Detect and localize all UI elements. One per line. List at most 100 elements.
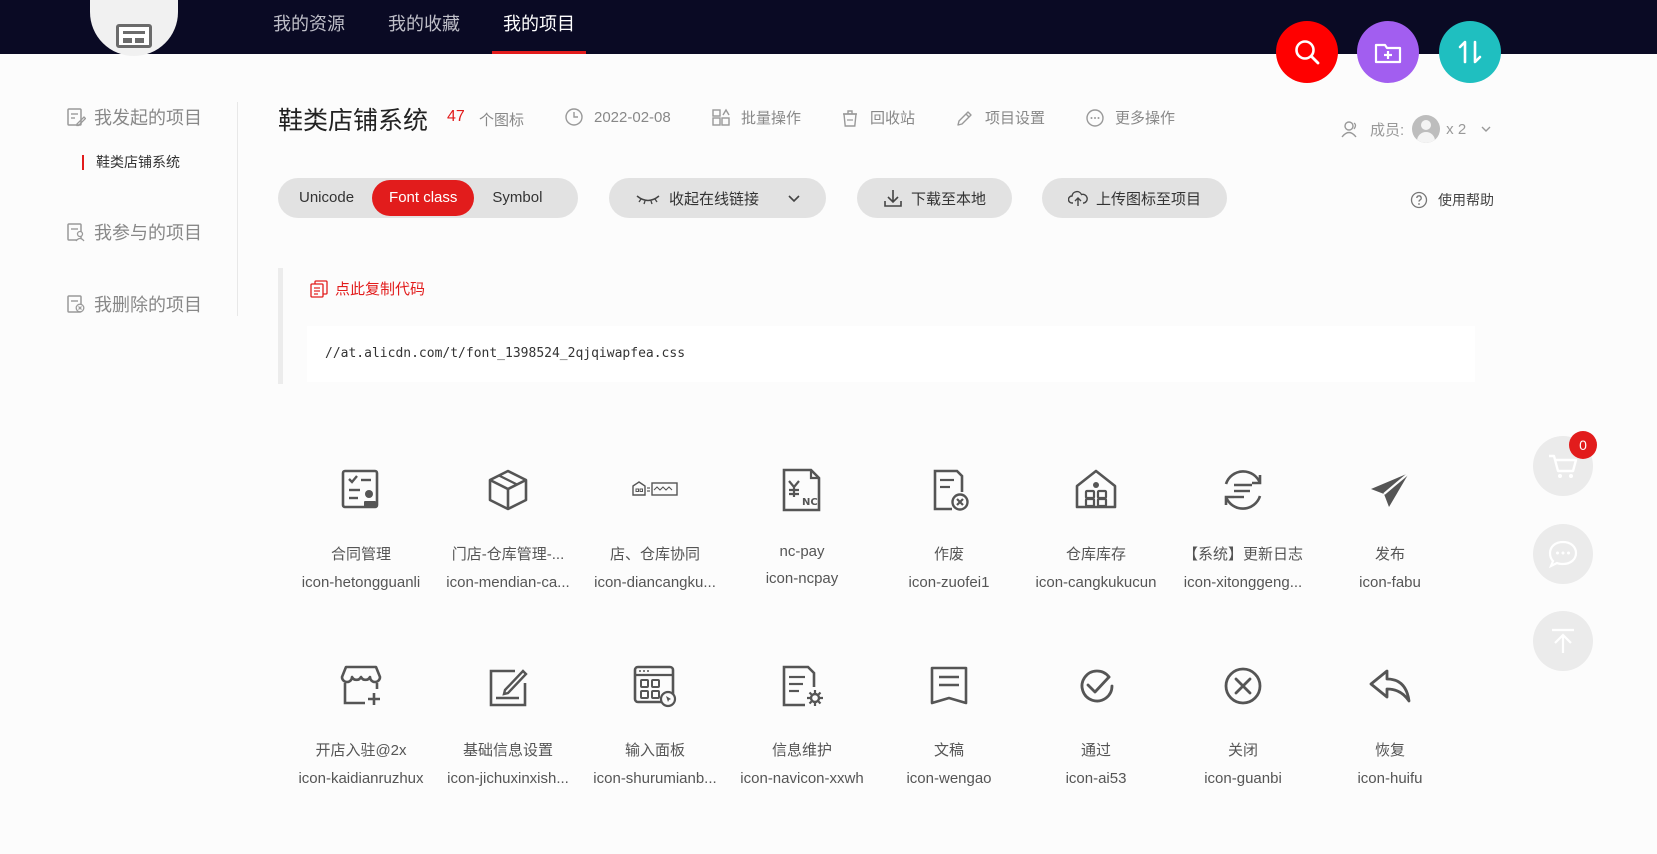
settings-label: 项目设置: [985, 110, 1046, 127]
icon-name: 恢复: [1374, 742, 1405, 759]
add-folder-button[interactable]: [1357, 21, 1419, 83]
download-icon: [884, 190, 902, 207]
format-symbol[interactable]: Symbol: [474, 180, 560, 216]
sidebar-item-current-project[interactable]: 鞋类店铺系统: [82, 155, 180, 170]
store-warehouse-icon: [632, 467, 678, 513]
icon-code: icon-wengao: [906, 770, 992, 787]
upload-label: 上传图标至项目: [1096, 190, 1202, 208]
icon-code: icon-ai53: [1065, 770, 1127, 787]
icon-card[interactable]: 仓库库存 icon-cangkukucun: [1026, 467, 1166, 591]
help-label: 使用帮助: [1438, 192, 1494, 208]
icon-code: icon-diancangku...: [594, 574, 716, 591]
code-block: 点此复制代码 //at.alicdn.com/t/font_1398524_2q…: [278, 268, 1476, 384]
icon-card[interactable]: 门店-仓库管理-... icon-mendian-ca...: [438, 467, 578, 591]
project-edit-icon: [67, 108, 86, 127]
search-icon: [1295, 40, 1320, 65]
icon-card[interactable]: 作废 icon-zuofei1: [879, 467, 1019, 591]
icon-card[interactable]: 通过 icon-ai53: [1026, 663, 1166, 787]
tab-my-projects[interactable]: 我的项目: [492, 12, 586, 54]
tab-my-resources[interactable]: 我的资源: [273, 12, 345, 54]
sidebar-item-label: 我参与的项目: [94, 223, 202, 243]
format-switcher: Unicode Font class Symbol: [278, 178, 578, 218]
box-icon: [485, 467, 531, 513]
project-title: 鞋类店铺系统: [278, 107, 429, 135]
code-url[interactable]: //at.alicdn.com/t/font_1398524_2qjqiwapf…: [307, 326, 1475, 382]
trash-button[interactable]: 回收站: [840, 107, 915, 128]
trash-label: 回收站: [870, 110, 916, 127]
upload-icon-button[interactable]: 上传图标至项目: [1042, 178, 1228, 218]
check-circle-icon: [1073, 663, 1119, 709]
more-label: 更多操作: [1115, 110, 1176, 127]
sidebar-item-participated[interactable]: 我参与的项目: [66, 219, 202, 245]
icon-card[interactable]: 开店入驻@2x icon-kaidianruzhux: [291, 663, 431, 787]
icon-name: 输入面板: [624, 742, 685, 759]
icon-card[interactable]: 合同管理 icon-hetongguanli: [291, 467, 431, 591]
icon-name: 发布: [1374, 546, 1405, 563]
collapse-link-label: 收起在线链接: [669, 190, 760, 208]
members-label: 成员:: [1370, 121, 1405, 139]
reply-arrow-icon: [1367, 663, 1413, 709]
paper-plane-icon: [1367, 467, 1413, 513]
icon-code: icon-ncpay: [765, 570, 839, 587]
help-link[interactable]: 使用帮助: [1410, 190, 1494, 210]
copy-code-label: 点此复制代码: [335, 281, 426, 298]
void-document-icon: [926, 467, 972, 513]
icon-code: icon-hetongguanli: [301, 574, 421, 591]
project-settings-button[interactable]: 项目设置: [955, 107, 1045, 128]
icon-name: 店、仓库协同: [609, 546, 700, 563]
back-to-top-button[interactable]: [1533, 611, 1593, 671]
sort-button[interactable]: [1439, 21, 1501, 83]
batch-operation-button[interactable]: 批量操作: [711, 107, 801, 128]
copy-code-button[interactable]: 点此复制代码: [309, 278, 425, 299]
icon-card[interactable]: 恢复 icon-huifu: [1320, 663, 1460, 787]
icon-card[interactable]: 发布 icon-fabu: [1320, 467, 1460, 591]
icon-card[interactable]: 输入面板 icon-shurumianb...: [585, 663, 725, 787]
icon-code: icon-zuofei1: [908, 574, 990, 591]
more-icon: [1086, 108, 1104, 127]
doc-settings-icon: [779, 663, 825, 709]
icon-card[interactable]: 【系统】更新日志 icon-xitonggeng...: [1173, 467, 1313, 591]
chat-button[interactable]: [1533, 524, 1593, 584]
project-delete-icon: [67, 295, 85, 313]
sidebar-item-label: 我删除的项目: [94, 295, 202, 315]
icon-card[interactable]: 文稿 icon-wengao: [879, 663, 1019, 787]
collapse-online-link-button[interactable]: 收起在线链接: [609, 178, 826, 218]
eye-closed-icon: [636, 195, 660, 205]
icon-name: 合同管理: [330, 546, 391, 563]
sidebar-item-initiated[interactable]: 我发起的项目: [66, 104, 202, 130]
project-date: 2022-02-08: [564, 107, 671, 127]
icon-card[interactable]: NC nc-pay icon-ncpay: [732, 467, 872, 587]
tab-my-favorites[interactable]: 我的收藏: [388, 12, 460, 54]
format-unicode[interactable]: Unicode: [281, 180, 372, 216]
download-button[interactable]: 下载至本地: [857, 178, 1013, 218]
icon-name: 通过: [1080, 742, 1111, 759]
icon-card[interactable]: 店、仓库协同 icon-diancangku...: [585, 467, 725, 591]
members-dropdown[interactable]: 成员: x 2: [1340, 115, 1492, 143]
format-font-class[interactable]: Font class: [372, 180, 475, 216]
icon-card[interactable]: 关闭 icon-guanbi: [1173, 663, 1313, 787]
sidebar-divider: [237, 102, 238, 316]
folder-add-icon: [1374, 43, 1402, 64]
icon-name: 仓库库存: [1065, 546, 1126, 563]
chevron-down-icon: [788, 195, 800, 203]
icon-code: icon-fabu: [1359, 574, 1421, 591]
update-log-icon: [1220, 467, 1266, 513]
copy-icon: [310, 279, 328, 298]
search-button[interactable]: [1276, 21, 1338, 83]
icon-card[interactable]: 信息维护 icon-navicon-xxwh: [732, 663, 872, 787]
sidebar-item-deleted[interactable]: 我删除的项目: [66, 291, 202, 317]
avatar: [1412, 115, 1441, 143]
more-operations-button[interactable]: 更多操作: [1085, 107, 1175, 128]
icon-name: 门店-仓库管理-...: [451, 546, 565, 563]
contract-icon: [338, 467, 384, 513]
icon-code: icon-huifu: [1357, 770, 1423, 787]
pencil-icon: [957, 110, 972, 126]
download-label: 下载至本地: [911, 190, 987, 208]
warehouse-icon: [1073, 467, 1119, 513]
open-store-icon: [338, 663, 384, 709]
icon-card[interactable]: 基础信息设置 icon-jichuxinxish...: [438, 663, 578, 787]
icon-name: 基础信息设置: [462, 742, 553, 759]
icon-count-label: 个图标: [479, 112, 525, 129]
mascot-logo[interactable]: [90, 0, 178, 56]
close-circle-icon: [1220, 663, 1266, 709]
